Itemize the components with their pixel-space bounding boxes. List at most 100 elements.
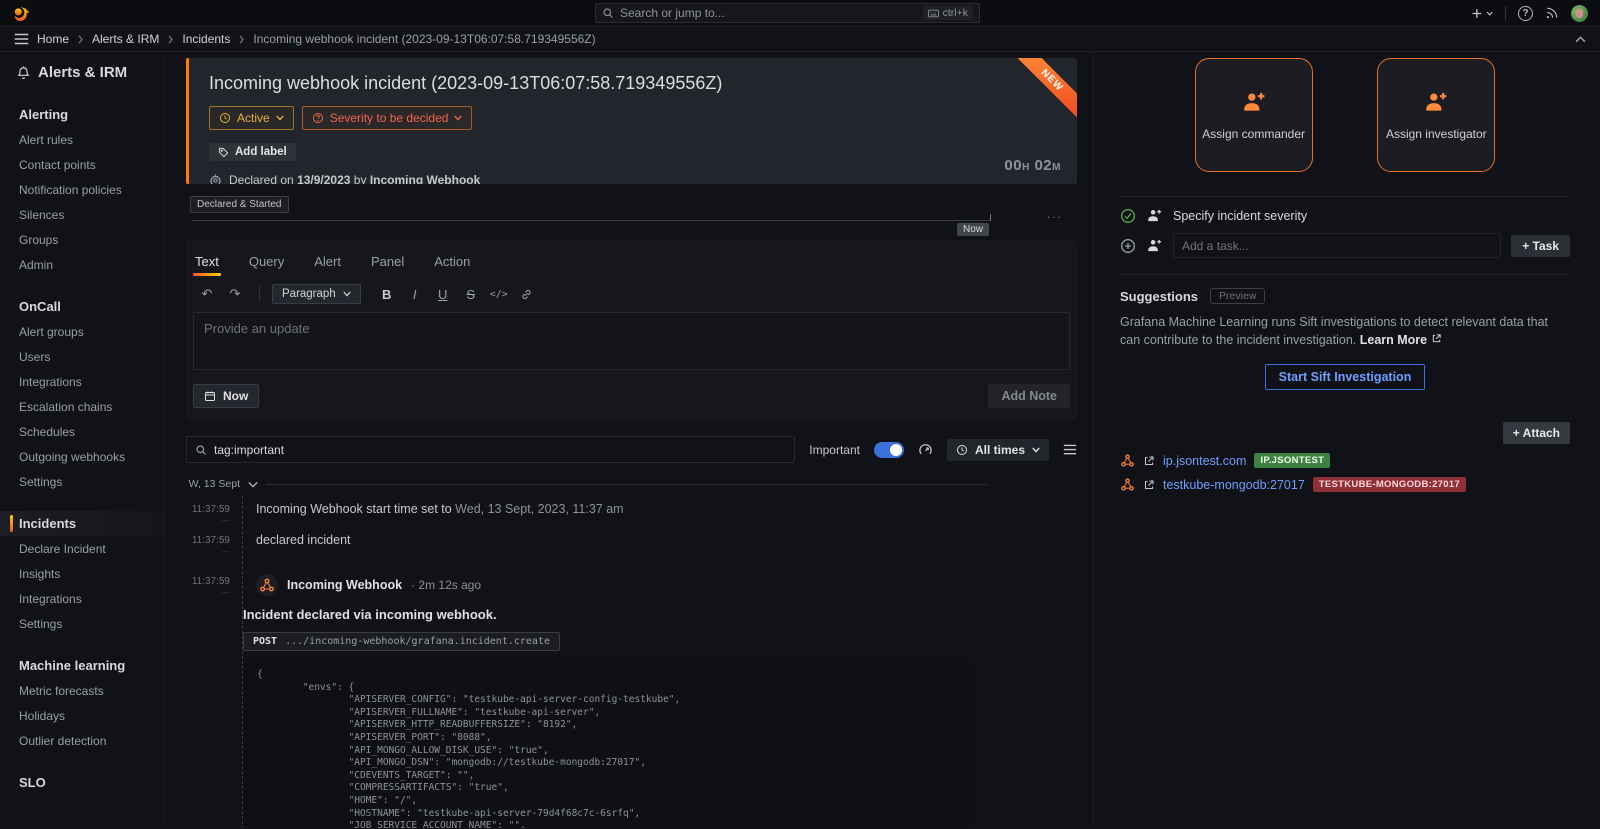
sidebar-item-notification-policies[interactable]: Notification policies — [0, 177, 164, 202]
paragraph-format-dropdown[interactable]: Paragraph — [272, 284, 361, 304]
webhook-icon — [259, 577, 275, 593]
add-task-input[interactable] — [1182, 234, 1492, 257]
status-dropdown-active[interactable]: Active — [209, 106, 294, 130]
main-content: Incoming webhook incident (2023-09-13T06… — [165, 52, 1093, 828]
tab-action[interactable]: Action — [432, 250, 472, 276]
sidebar-section-incidents-active[interactable]: Incidents — [0, 511, 164, 536]
sidebar-item-metric-forecasts[interactable]: Metric forecasts — [0, 678, 164, 703]
event-time: 11:37:59 — [186, 574, 230, 598]
important-toggle[interactable] — [874, 442, 904, 458]
search-icon — [195, 444, 207, 456]
attach-button[interactable]: + Attach — [1503, 422, 1570, 444]
minimap-more[interactable]: ... — [1047, 207, 1063, 221]
add-task-field[interactable] — [1173, 233, 1501, 258]
event-time: 11:37:59 — [186, 502, 230, 526]
global-search-box[interactable]: Search or jump to... ctrl+k — [595, 3, 980, 23]
undo-icon[interactable]: ↶ — [195, 283, 219, 305]
suggestions-title: Suggestions — [1120, 289, 1198, 304]
chevron-down-icon — [454, 115, 462, 121]
sidebar-item-outlier-detection[interactable]: Outlier detection — [0, 728, 164, 753]
incident-side-panel: Assign commander Assign investigator Spe… — [1093, 52, 1600, 828]
attachment-item: testkube-mongodb:27017 TESTKUBE-MONGODB:… — [1120, 477, 1570, 492]
task-item-label[interactable]: Specify incident severity — [1173, 209, 1307, 223]
attachment-link[interactable]: testkube-mongodb:27017 — [1163, 478, 1305, 492]
tab-alert[interactable]: Alert — [312, 250, 343, 276]
minimap-start-badge: Declared & Started — [190, 196, 289, 213]
tasks-section: Specify incident severity + Task — [1120, 196, 1570, 258]
bold-button[interactable]: B — [375, 283, 399, 305]
sidebar-item-silences[interactable]: Silences — [0, 202, 164, 227]
tab-text[interactable]: Text — [193, 250, 221, 276]
attachment-link[interactable]: ip.jsontest.com — [1163, 454, 1246, 468]
chevron-down-icon — [1032, 447, 1040, 453]
sidebar-item-escalation-chains[interactable]: Escalation chains — [0, 394, 164, 419]
timestamp-now-button[interactable]: Now — [193, 384, 259, 408]
code-button[interactable]: </> — [487, 283, 511, 305]
list-view-icon[interactable] — [1063, 444, 1077, 455]
person-plus-icon[interactable] — [1146, 237, 1163, 254]
person-plus-icon[interactable] — [1146, 207, 1163, 224]
sidebar-item-oncall-settings[interactable]: Settings — [0, 469, 164, 494]
sidebar-section-slo[interactable]: SLO — [0, 770, 164, 795]
news-rss-icon[interactable] — [1545, 6, 1559, 20]
sidebar-item-users[interactable]: Users — [0, 344, 164, 369]
plus-circle-icon[interactable] — [1120, 238, 1136, 254]
sidebar-item-groups[interactable]: Groups — [0, 227, 164, 252]
breadcrumb-incidents[interactable]: Incidents — [182, 32, 230, 46]
preview-badge: Preview — [1210, 288, 1265, 304]
redo-icon[interactable]: ↷ — [223, 283, 247, 305]
add-label-button[interactable]: Add label — [209, 143, 296, 161]
sidebar-item-incidents-integrations[interactable]: Integrations — [0, 586, 164, 611]
minimap-line — [192, 220, 991, 221]
collapse-chevron-up-icon[interactable] — [1575, 36, 1586, 43]
update-editor[interactable]: Provide an update — [193, 312, 1070, 370]
editor-placeholder: Provide an update — [204, 321, 310, 336]
gauge-icon[interactable] — [918, 442, 933, 457]
assign-commander-card[interactable]: Assign commander — [1195, 58, 1313, 172]
activity-search-input[interactable] — [214, 443, 786, 457]
external-link-icon[interactable] — [1143, 455, 1155, 467]
add-dropdown-button[interactable] — [1471, 7, 1493, 20]
attachment-item: ip.jsontest.com IP.JSONTEST — [1120, 453, 1570, 468]
sidebar-item-contact-points[interactable]: Contact points — [0, 152, 164, 177]
link-icon[interactable] — [515, 283, 539, 305]
sidebar-item-insights[interactable]: Insights — [0, 561, 164, 586]
tab-query[interactable]: Query — [247, 250, 286, 276]
assign-investigator-card[interactable]: Assign investigator — [1377, 58, 1495, 172]
sidebar-item-holidays[interactable]: Holidays — [0, 703, 164, 728]
sidebar-root-alerts-irm[interactable]: Alerts & IRM — [0, 60, 164, 85]
add-task-button[interactable]: + Task — [1511, 235, 1570, 257]
breadcrumb-alerts-irm[interactable]: Alerts & IRM — [92, 32, 159, 46]
italic-button[interactable]: I — [403, 283, 427, 305]
tab-panel[interactable]: Panel — [369, 250, 406, 276]
severity-dropdown[interactable]: Severity to be decided — [302, 106, 473, 130]
collapse-day-chevron-icon[interactable] — [248, 481, 258, 488]
all-times-dropdown[interactable]: All times — [947, 439, 1049, 461]
learn-more-link[interactable]: Learn More — [1360, 333, 1442, 347]
webhook-icon — [1120, 453, 1135, 468]
chevron-right-icon — [238, 35, 245, 44]
sidebar-item-admin[interactable]: Admin — [0, 252, 164, 277]
breadcrumb-home[interactable]: Home — [37, 32, 69, 46]
menu-hamburger-icon[interactable] — [14, 33, 29, 45]
strikethrough-button[interactable]: S — [459, 283, 483, 305]
attachment-status-badge: TESTKUBE-MONGODB:27017 — [1313, 477, 1466, 492]
webhook-payload-code[interactable]: { "envs": { "APISERVER_CONFIG": "testkub… — [243, 659, 969, 828]
help-icon[interactable]: ? — [1518, 6, 1533, 21]
add-note-button[interactable]: Add Note — [988, 384, 1070, 408]
grafana-logo-icon[interactable] — [12, 4, 31, 23]
check-circle-icon[interactable] — [1120, 208, 1136, 224]
sidebar-item-alert-rules[interactable]: Alert rules — [0, 127, 164, 152]
sidebar-item-schedules[interactable]: Schedules — [0, 419, 164, 444]
underline-button[interactable]: U — [431, 283, 455, 305]
sidebar-item-declare-incident[interactable]: Declare Incident — [0, 536, 164, 561]
chevron-right-icon — [77, 35, 84, 44]
sidebar-item-alert-groups[interactable]: Alert groups — [0, 319, 164, 344]
sidebar-item-incidents-settings[interactable]: Settings — [0, 611, 164, 636]
activity-search-box[interactable] — [186, 436, 795, 463]
start-sift-investigation-button[interactable]: Start Sift Investigation — [1265, 364, 1426, 390]
sidebar-item-oncall-integrations[interactable]: Integrations — [0, 369, 164, 394]
sidebar-item-outgoing-webhooks[interactable]: Outgoing webhooks — [0, 444, 164, 469]
user-avatar[interactable] — [1571, 5, 1588, 22]
external-link-icon[interactable] — [1143, 479, 1155, 491]
